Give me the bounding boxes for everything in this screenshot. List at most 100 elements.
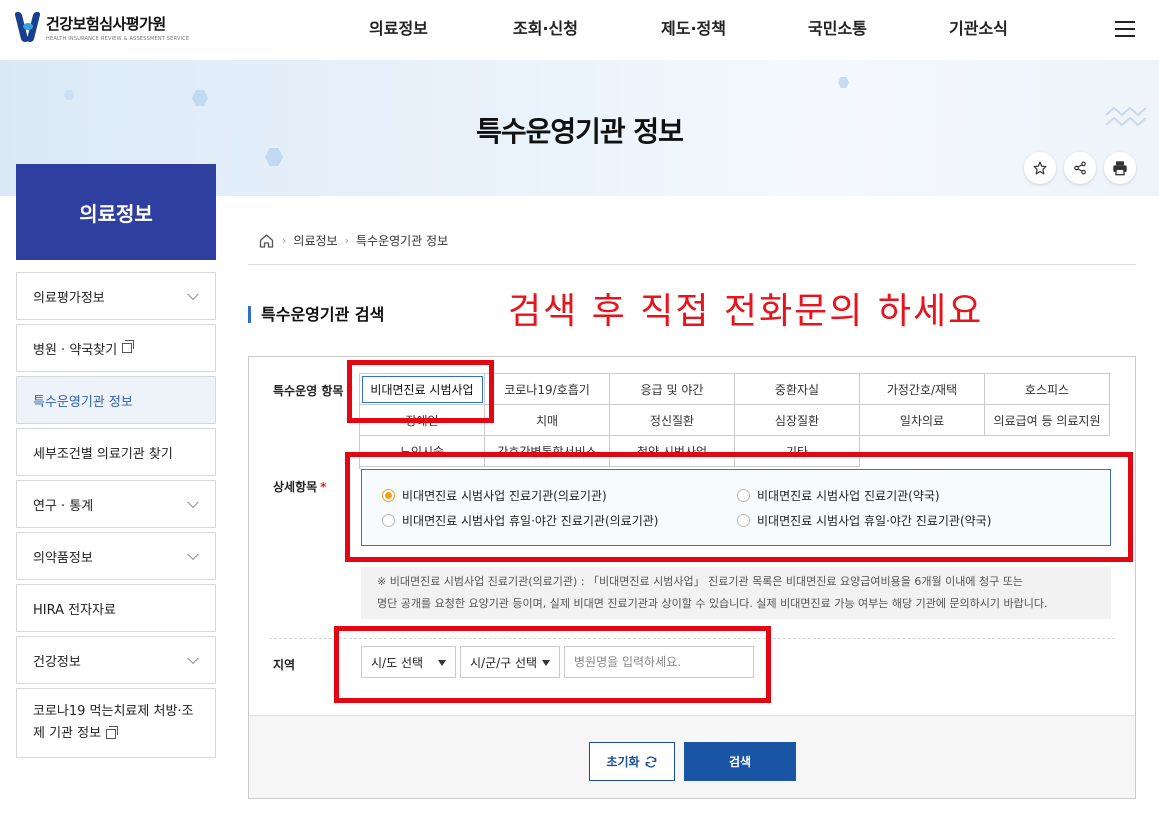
annotation-text: 검색 후 직접 전화문의 하세요 — [508, 291, 984, 332]
share-button[interactable] — [1064, 152, 1096, 184]
detail-option[interactable]: 비대면진료 시범사업 진료기관(약국) — [737, 487, 940, 504]
reset-button[interactable]: 초기화 — [589, 742, 675, 781]
star-icon — [1033, 161, 1047, 175]
sidebar-item-label: 의료평가정보 — [33, 290, 105, 306]
notice-text: ※ 비대면진료 시범사업 진료기관(의료기관) : 「비대면진료 시범사업」 진… — [361, 567, 1111, 619]
sidebar-item-label: 특수운영기관 정보 — [33, 394, 133, 410]
sidebar-item-label: 병원 · 약국찾기 — [33, 342, 118, 358]
lnb-title: 의료정보 — [16, 164, 216, 260]
button-area: 초기화 검색 — [249, 715, 1135, 798]
category-item[interactable]: 의료급여 등 의료지원 — [985, 405, 1110, 436]
decor-hexagon — [64, 90, 74, 100]
logo-subtitle: HEALTH INSURANCE REVIEW & ASSESSMENT SER… — [46, 35, 190, 42]
sidebar-item-health-info[interactable]: 건강정보 — [16, 636, 216, 684]
region-label: 지역 — [273, 658, 296, 672]
caret-down-icon — [542, 660, 550, 666]
sidebar-item-label: 세부조건별 의료기관 찾기 — [33, 446, 173, 462]
sidebar-item-drug-info[interactable]: 의약품정보 — [16, 532, 216, 580]
category-item[interactable]: 중환자실 — [735, 374, 860, 405]
main-nav: 의료정보 조회·신청 제도·정책 국민소통 기관소식 — [330, 0, 1047, 60]
form-divider — [269, 638, 1115, 639]
decor-hexagon — [265, 148, 283, 166]
detail-option[interactable]: 비대면진료 시범사업 진료기관(의료기관) — [382, 487, 607, 504]
category-item[interactable]: 일차의료 — [860, 405, 985, 436]
page: 특수운영기관 정보 건강보험심사평가원 HEALTH INSURANCE REV… — [0, 0, 1159, 825]
category-item[interactable]: 심장질환 — [735, 405, 860, 436]
sidebar-item-detail-search[interactable]: 세부조건별 의료기관 찾기 — [16, 428, 216, 476]
category-label: 특수운영 항목 * — [273, 384, 353, 398]
chevron-down-icon — [187, 548, 199, 561]
sidebar-item-label: 건강정보 — [33, 654, 81, 670]
sidebar-item-research[interactable]: 연구 · 통계 — [16, 480, 216, 528]
sidebar-item-special-institutions[interactable]: 특수운영기관 정보 — [16, 376, 216, 424]
breadcrumb-current: 특수운영기관 정보 — [355, 234, 449, 248]
caret-down-icon — [438, 660, 446, 666]
logo-mark-icon — [14, 12, 41, 42]
sidebar-item-label: 의약품정보 — [33, 550, 93, 566]
radio-selected-icon[interactable] — [382, 489, 395, 502]
chevron-right-icon: › — [344, 234, 349, 247]
share-icon — [1074, 161, 1086, 175]
page-title: 특수운영기관 정보 — [476, 115, 684, 148]
category-item[interactable]: 기타 — [735, 436, 860, 467]
chevron-right-icon: › — [282, 234, 287, 247]
category-item[interactable]: 응급 및 야간 — [610, 374, 735, 405]
decor-hexagon — [192, 90, 208, 106]
chevron-down-icon — [187, 496, 199, 509]
sidebar-item-label: 연구 · 통계 — [33, 498, 94, 514]
detail-option[interactable]: 비대면진료 시범사업 휴일·야간 진료기관(약국) — [737, 512, 991, 529]
nav-communication[interactable]: 국민소통 — [764, 0, 907, 60]
search-form: 특수운영 항목 * 비대면진료 시범사업 코로나19/호흡기 응급 및 야간 중환… — [248, 356, 1136, 799]
side-nav: 의료평가정보 병원 · 약국찾기 특수운영기관 정보 세부조건별 의료기관 찾기… — [16, 272, 216, 762]
category-item[interactable]: 코로나19/호흡기 — [485, 374, 610, 405]
breadcrumb: › 의료정보 › 특수운영기관 정보 — [258, 232, 448, 249]
category-item[interactable]: 장애인 — [360, 405, 485, 436]
chevron-down-icon — [187, 288, 199, 301]
category-item[interactable]: 간호간병통합서비스 — [485, 436, 610, 467]
category-item[interactable]: 첩약 시범사업 — [610, 436, 735, 467]
print-button[interactable] — [1104, 152, 1136, 184]
logo-title: 건강보험심사평가원 — [46, 14, 166, 33]
sigungu-select[interactable]: 시/군/구 선택 — [460, 646, 560, 678]
category-item[interactable]: 가정간호/재택 — [860, 374, 985, 405]
nav-medical-info[interactable]: 의료정보 — [330, 0, 470, 60]
sidebar-item-evaluation[interactable]: 의료평가정보 — [16, 272, 216, 320]
sidebar-item-covid-treatment[interactable]: 코로나19 먹는치료제 처방·조제 기관 정보 — [16, 688, 216, 758]
nav-news[interactable]: 기관소식 — [907, 0, 1047, 60]
refresh-icon — [645, 755, 656, 768]
sidebar-item-label: 코로나19 먹는치료제 처방·조제 기관 정보 — [33, 704, 194, 741]
nav-inquiry[interactable]: 조회·신청 — [470, 0, 616, 60]
detail-options: 비대면진료 시범사업 진료기관(의료기관) 비대면진료 시범사업 진료기관(약국… — [361, 469, 1111, 546]
sidebar-item-hospital-search[interactable]: 병원 · 약국찾기 — [16, 324, 216, 372]
radio-icon[interactable] — [382, 514, 395, 527]
category-item[interactable]: 노인시술 — [360, 436, 485, 467]
decor-hexagon — [838, 77, 849, 88]
site-logo[interactable]: 건강보험심사평가원 HEALTH INSURANCE REVIEW & ASSE… — [14, 12, 190, 42]
new-window-icon — [106, 725, 119, 739]
breadcrumb-divider — [248, 264, 1136, 265]
search-button[interactable]: 검색 — [684, 742, 796, 781]
section-title: 특수운영기관 검색 — [248, 306, 384, 323]
category-item[interactable]: 정신질환 — [610, 405, 735, 436]
hospital-name-input[interactable] — [564, 646, 754, 678]
category-item[interactable]: 치매 — [485, 405, 610, 436]
category-item[interactable]: 비대면진료 시범사업 — [360, 374, 485, 405]
sido-select[interactable]: 시/도 선택 — [361, 646, 456, 678]
breadcrumb-item[interactable]: 의료정보 — [293, 232, 337, 249]
detail-label: 상세항목 * — [273, 480, 327, 494]
category-item[interactable]: 호스피스 — [985, 374, 1110, 405]
favorite-button[interactable] — [1024, 152, 1056, 184]
detail-option[interactable]: 비대면진료 시범사업 휴일·야간 진료기관(의료기관) — [382, 512, 658, 529]
site-header: 건강보험심사평가원 HEALTH INSURANCE REVIEW & ASSE… — [0, 0, 1159, 60]
nav-policy[interactable]: 제도·정책 — [616, 0, 764, 60]
home-icon[interactable] — [258, 233, 275, 249]
radio-icon[interactable] — [737, 514, 750, 527]
sidebar-item-hira-data[interactable]: HIRA 전자자료 — [16, 584, 216, 632]
category-grid: 비대면진료 시범사업 코로나19/호흡기 응급 및 야간 중환자실 가정간호/재… — [359, 373, 1111, 469]
new-window-icon — [122, 340, 135, 353]
all-menu-button[interactable] — [1115, 21, 1137, 39]
sidebar-item-label: HIRA 전자자료 — [33, 602, 116, 618]
chevron-down-icon — [187, 652, 199, 665]
radio-icon[interactable] — [737, 489, 750, 502]
printer-icon — [1113, 161, 1127, 176]
